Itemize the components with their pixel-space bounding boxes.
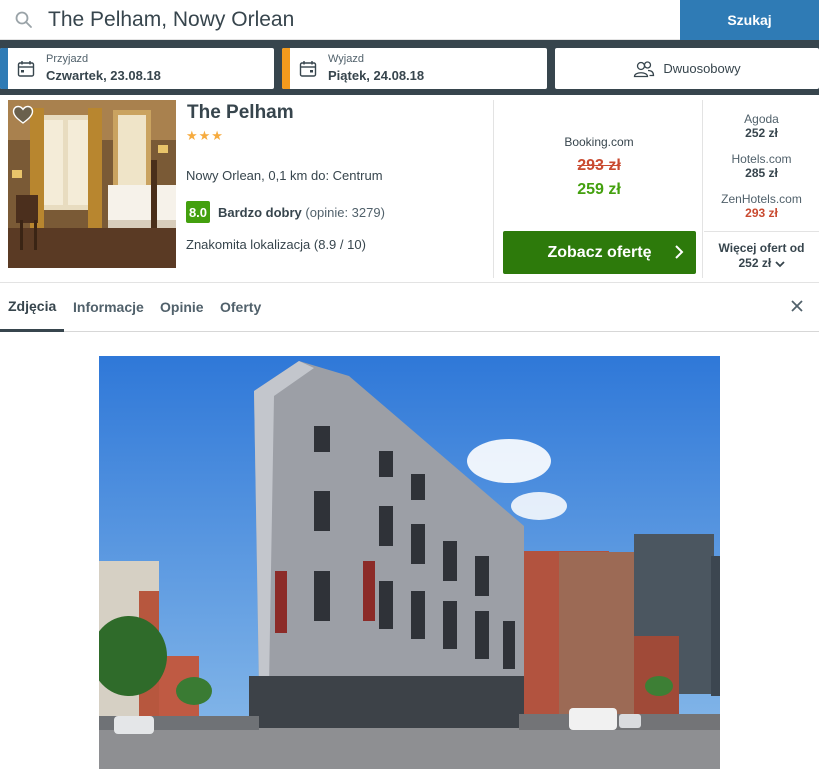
room-type-label: Dwuosobowy bbox=[663, 61, 741, 76]
alt-deal-price: 285 zł bbox=[745, 166, 778, 180]
alt-deal-provider: Agoda bbox=[744, 112, 779, 126]
tab-photos[interactable]: Zdjęcia bbox=[0, 283, 65, 332]
checkin-label: Przyjazd bbox=[46, 53, 89, 65]
close-icon[interactable] bbox=[790, 299, 804, 313]
checkout-value: Piątek, 24.08.18 bbox=[328, 68, 425, 83]
hotel-exterior-image bbox=[99, 356, 720, 769]
hotel-card: The Pelham ★★★ Nowy Orlean, 0,1 km do: C… bbox=[0, 95, 819, 283]
view-deal-button[interactable]: Zobacz ofertę bbox=[503, 231, 696, 274]
tab-info[interactable]: Informacje bbox=[73, 283, 144, 331]
more-offers-button[interactable]: Więcej ofert od 252 zł bbox=[704, 231, 819, 271]
deal-provider: Booking.com bbox=[564, 135, 634, 149]
deal-old-price: 293 zł bbox=[577, 157, 621, 174]
view-deal-label: Zobacz ofertę bbox=[547, 243, 652, 261]
checkout-label: Wyjazd bbox=[328, 53, 364, 65]
search-input[interactable] bbox=[48, 4, 668, 36]
alternative-deals: Agoda 252 zł Hotels.com 285 zł ZenHotels… bbox=[704, 100, 819, 278]
alt-deal[interactable]: ZenHotels.com 293 zł bbox=[704, 192, 819, 220]
hotel-name[interactable]: The Pelham bbox=[187, 102, 294, 124]
search-bar: Szukaj bbox=[0, 0, 819, 40]
rating-label: Bardzo dobry bbox=[218, 205, 302, 220]
hotel-thumbnail[interactable] bbox=[8, 100, 176, 268]
checkin-date-field[interactable]: Przyjazd Czwartek, 23.08.18 bbox=[0, 48, 274, 89]
detail-tabs: Zdjęcia Informacje Opinie Oferty bbox=[0, 283, 819, 332]
hotel-room-image bbox=[8, 100, 176, 268]
chevron-down-icon bbox=[774, 261, 785, 268]
review-count: (opinie: 3279) bbox=[305, 205, 385, 220]
search-button[interactable]: Szukaj bbox=[680, 0, 819, 40]
rating-score-badge: 8.0 bbox=[186, 201, 210, 223]
star-rating: ★★★ bbox=[186, 128, 224, 143]
checkout-accent bbox=[282, 48, 290, 89]
chevron-right-icon bbox=[675, 245, 684, 259]
calendar-icon bbox=[17, 61, 35, 77]
alt-deal[interactable]: Agoda 252 zł bbox=[704, 112, 819, 140]
tab-reviews[interactable]: Opinie bbox=[160, 283, 204, 331]
top-deal: Booking.com 293 zł 259 zł Zobacz ofertę bbox=[493, 100, 703, 278]
hotel-main-photo[interactable] bbox=[99, 356, 720, 769]
guests-icon bbox=[634, 60, 655, 77]
rating-summary[interactable]: Bardzo dobry (opinie: 3279) bbox=[218, 205, 385, 220]
more-offers-label: Więcej ofert od bbox=[718, 241, 805, 255]
room-type-selector[interactable]: Dwuosobowy bbox=[555, 48, 819, 89]
hotel-location[interactable]: Nowy Orlean, 0,1 km do: Centrum bbox=[186, 168, 383, 183]
checkin-accent bbox=[0, 48, 8, 89]
more-offers-price: 252 zł bbox=[738, 256, 772, 270]
checkout-date-field[interactable]: Wyjazd Piątek, 24.08.18 bbox=[282, 48, 547, 89]
tab-deals[interactable]: Oferty bbox=[220, 283, 261, 331]
checkin-value: Czwartek, 23.08.18 bbox=[46, 68, 161, 83]
search-icon bbox=[15, 11, 32, 28]
date-strip: Przyjazd Czwartek, 23.08.18 Wyjazd Piąte… bbox=[0, 40, 819, 95]
alt-deal-provider: Hotels.com bbox=[731, 152, 792, 166]
deal-price: 259 zł bbox=[577, 181, 621, 198]
calendar-icon bbox=[299, 61, 317, 77]
location-score: Znakomita lokalizacja (8.9 / 10) bbox=[186, 237, 366, 252]
heart-icon[interactable] bbox=[12, 105, 34, 125]
alt-deal-provider: ZenHotels.com bbox=[721, 192, 802, 206]
alt-deal-price: 293 zł bbox=[745, 206, 778, 220]
alt-deal[interactable]: Hotels.com 285 zł bbox=[704, 152, 819, 180]
alt-deal-price: 252 zł bbox=[745, 126, 778, 140]
